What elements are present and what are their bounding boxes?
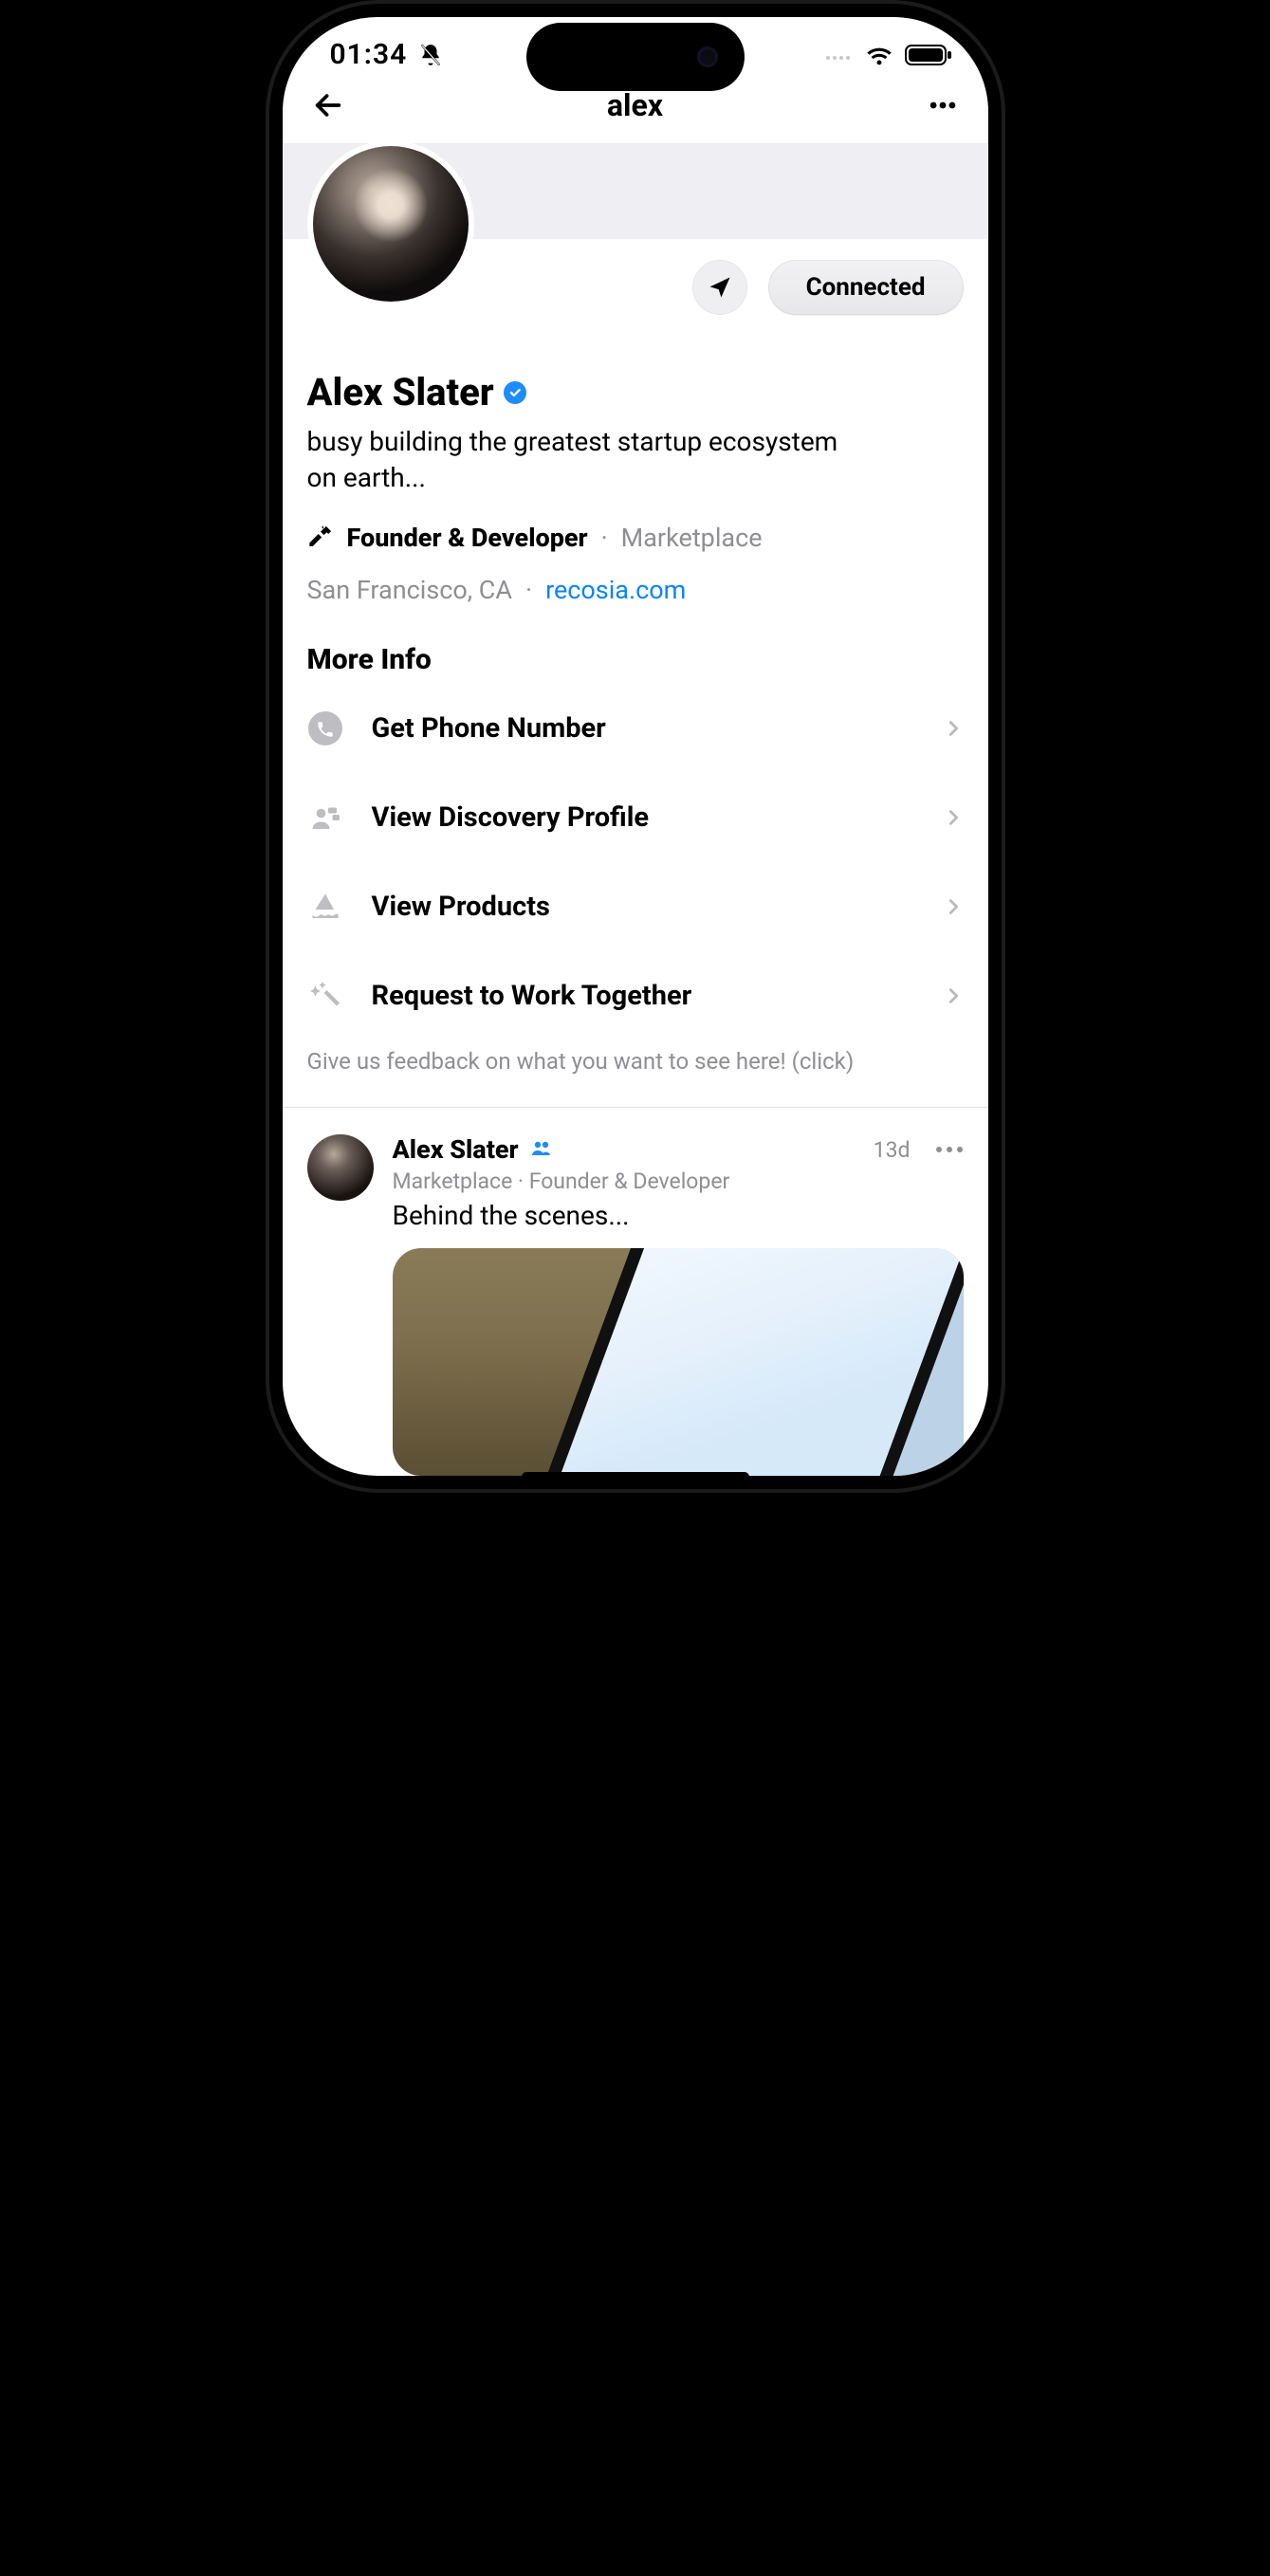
profile-location: San Francisco, CA: [307, 575, 513, 605]
profile-header: Connected Alex Slater busy building the …: [283, 239, 988, 1108]
more-horizontal-icon: [927, 89, 959, 121]
more-info-list: Get Phone Number View Discovery Profile …: [307, 684, 964, 1040]
name-row: Alex Slater: [307, 370, 964, 414]
avatar[interactable]: [307, 140, 474, 307]
screen: 01:34 alex: [283, 17, 988, 1476]
location-row: San Francisco, CA · recosia.com: [307, 575, 964, 605]
connected-label: Connected: [806, 273, 926, 302]
list-item-products[interactable]: View Products: [307, 862, 964, 951]
page-title: alex: [349, 87, 922, 123]
profile-company: Marketplace: [621, 523, 763, 553]
more-info-title: More Info: [307, 643, 964, 676]
list-item-label: Request to Work Together: [372, 980, 914, 1012]
post-header-right: 13d: [874, 1137, 964, 1163]
list-item-work-together[interactable]: Request to Work Together: [307, 951, 964, 1040]
magic-wand-icon: [307, 978, 343, 1014]
role-row: Founder & Developer · Marketplace: [307, 521, 964, 554]
status-time: 01:34: [330, 38, 408, 71]
dot-icon: ·: [601, 523, 608, 553]
feedback-link[interactable]: Give us feedback on what you want to see…: [307, 1040, 964, 1107]
post-time: 13d: [874, 1137, 911, 1163]
bell-off-icon: [418, 43, 443, 67]
verified-badge-icon: [504, 381, 526, 404]
post-author: Alex Slater: [393, 1134, 519, 1165]
list-item-label: View Discovery Profile: [372, 801, 914, 834]
list-item-label: Get Phone Number: [372, 712, 914, 745]
profile-website-link[interactable]: recosia.com: [545, 575, 686, 605]
post-more-button[interactable]: [935, 1145, 964, 1154]
post: Alex Slater 13d Marketplace · Founder & …: [283, 1108, 988, 1476]
post-media[interactable]: [393, 1248, 964, 1476]
list-item-discovery[interactable]: View Discovery Profile: [307, 773, 964, 862]
chevron-right-icon: [943, 718, 964, 739]
post-meta: Marketplace · Founder & Developer: [393, 1168, 964, 1194]
profile-role: Founder & Developer: [347, 523, 588, 553]
status-left: 01:34: [330, 38, 444, 71]
back-button[interactable]: [307, 84, 349, 126]
cellular-dots-icon: [825, 49, 854, 61]
status-right: [825, 44, 952, 66]
chevron-right-icon: [943, 896, 964, 917]
device-frame: 01:34 alex: [266, 0, 1005, 1493]
post-header: Alex Slater 13d: [393, 1134, 964, 1165]
wifi-icon: [865, 45, 893, 65]
home-indicator: [522, 1472, 749, 1481]
list-item-phone[interactable]: Get Phone Number: [307, 684, 964, 773]
message-button[interactable]: [692, 260, 747, 315]
post-main: Alex Slater 13d Marketplace · Founder & …: [393, 1134, 964, 1476]
chevron-right-icon: [943, 807, 964, 828]
people-icon: [307, 800, 343, 836]
camera-dot: [697, 46, 718, 67]
battery-icon: [905, 44, 952, 66]
paper-plane-icon: [707, 274, 733, 301]
list-item-label: View Products: [372, 891, 914, 923]
post-text: Behind the scenes...: [393, 1200, 964, 1231]
people-badge-icon: [530, 1139, 553, 1160]
nav-more-button[interactable]: [922, 84, 964, 126]
hammer-icon: [307, 521, 334, 554]
bio: busy building the greatest startup ecosy…: [307, 424, 857, 496]
dynamic-island: [526, 23, 745, 91]
avatar-image: [313, 146, 469, 302]
chevron-right-icon: [943, 985, 964, 1006]
divider: [283, 1107, 988, 1108]
sailboat-icon: [307, 889, 343, 925]
connected-button[interactable]: Connected: [768, 260, 964, 315]
arrow-left-icon: [312, 89, 344, 121]
post-avatar[interactable]: [307, 1134, 374, 1201]
display-name: Alex Slater: [307, 370, 494, 414]
dot-icon: ·: [525, 575, 532, 605]
phone-icon: [307, 710, 343, 746]
